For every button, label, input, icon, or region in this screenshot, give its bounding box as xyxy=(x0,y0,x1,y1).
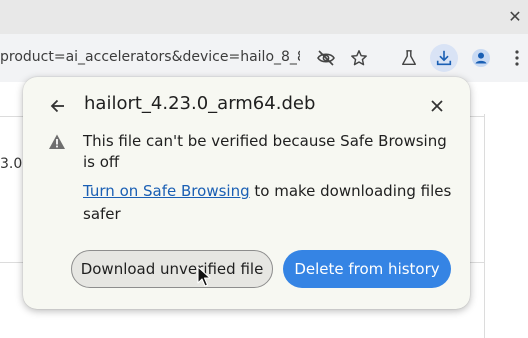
profile-icon[interactable] xyxy=(467,44,495,72)
address-bar-url[interactable]: product=ai_accelerators&device=hailo_8_8… xyxy=(0,49,300,65)
warning-message: This file can't be verified because Safe… xyxy=(83,132,447,171)
page-divider xyxy=(484,114,485,338)
browser-toolbar: product=ai_accelerators&device=hailo_8_8… xyxy=(0,34,528,82)
flask-icon[interactable] xyxy=(395,44,423,72)
warning-icon xyxy=(48,133,66,151)
page-text-fragment: 3.0 xyxy=(0,156,23,172)
download-icon[interactable] xyxy=(430,44,458,72)
turn-on-safe-browsing-link[interactable]: Turn on Safe Browsing xyxy=(83,182,250,200)
window-titlebar: ✕ xyxy=(0,0,528,34)
window-close-button[interactable]: ✕ xyxy=(506,8,524,26)
delete-from-history-button[interactable]: Delete from history xyxy=(283,250,451,288)
download-unverified-button[interactable]: Download unverified file xyxy=(71,250,273,288)
star-icon[interactable] xyxy=(345,44,373,72)
close-icon[interactable] xyxy=(424,93,450,119)
back-arrow-icon[interactable] xyxy=(45,93,71,119)
download-warning-popup: hailort_4.23.0_arm64.deb This file can't… xyxy=(23,77,470,309)
eye-off-icon[interactable] xyxy=(312,44,340,72)
safe-browsing-message: Turn on Safe Browsing to make downloadin… xyxy=(83,180,453,226)
mouse-pointer-icon xyxy=(197,266,211,288)
kebab-menu-icon[interactable] xyxy=(503,44,528,72)
download-filename: hailort_4.23.0_arm64.deb xyxy=(84,93,316,114)
